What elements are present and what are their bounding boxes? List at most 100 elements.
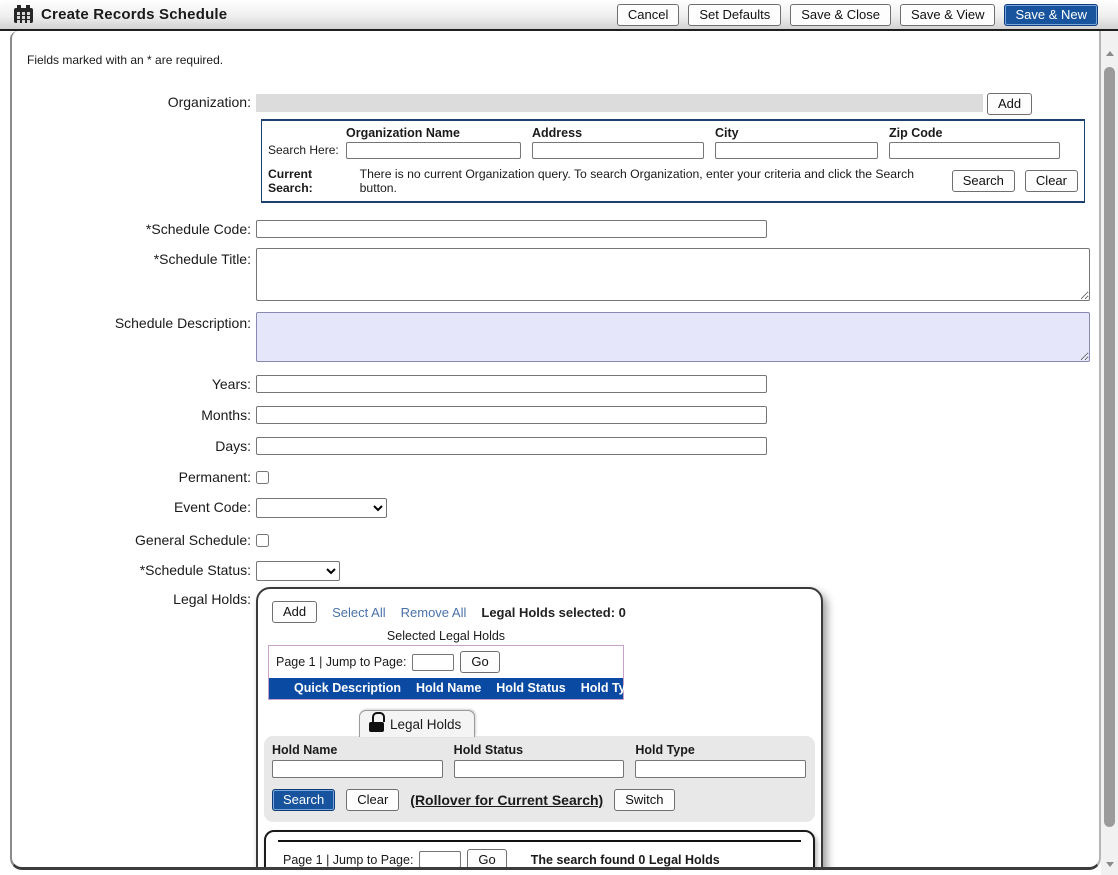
required-note: Fields marked with an * are required. xyxy=(27,53,1099,67)
selected-legal-holds-caption: Selected Legal Holds xyxy=(266,629,626,643)
general-schedule-row: General Schedule: xyxy=(12,531,1099,548)
remove-all-link[interactable]: Remove All xyxy=(401,605,467,620)
rollover-current-search[interactable]: (Rollover for Current Search) xyxy=(410,792,603,808)
schedule-code-input[interactable] xyxy=(256,220,767,238)
months-row: Months: xyxy=(12,406,1099,424)
selected-table-header: Quick Description Hold Name Hold Status … xyxy=(269,678,623,699)
save-new-button[interactable]: Save & New xyxy=(1004,4,1098,26)
save-view-button[interactable]: Save & View xyxy=(900,4,995,26)
legal-holds-search-panel: Hold Name Hold Status Hold Type Search C… xyxy=(264,736,815,822)
address-header: Address xyxy=(532,126,704,140)
schedule-status-row: *Schedule Status: xyxy=(12,561,1099,581)
schedule-title-row: *Schedule Title: xyxy=(12,250,1099,301)
zip-code-input[interactable] xyxy=(889,142,1060,159)
schedule-status-label: *Schedule Status: xyxy=(12,561,256,578)
city-input[interactable] xyxy=(715,142,878,159)
organization-label: Organization: xyxy=(12,93,256,110)
years-row: Years: xyxy=(12,375,1099,393)
legal-holds-tab[interactable]: Legal Holds xyxy=(359,710,475,737)
set-defaults-button[interactable]: Set Defaults xyxy=(688,4,781,26)
results-found-text: The search found 0 Legal Holds xyxy=(531,853,720,867)
days-row: Days: xyxy=(12,437,1099,455)
cancel-button[interactable]: Cancel xyxy=(617,4,679,26)
event-code-select[interactable] xyxy=(256,498,387,518)
scroll-up-arrow[interactable] xyxy=(1101,45,1118,61)
column-hold-status[interactable]: Hold Status xyxy=(496,681,565,695)
go-button[interactable]: Go xyxy=(460,651,499,673)
results-jump-to-page-input[interactable] xyxy=(419,851,461,868)
organization-clear-button[interactable]: Clear xyxy=(1025,170,1078,192)
hold-type-header: Hold Type xyxy=(635,743,806,757)
address-input[interactable] xyxy=(532,142,704,159)
permanent-checkbox[interactable] xyxy=(256,471,269,484)
years-input[interactable] xyxy=(256,375,767,393)
schedule-description-textarea[interactable] xyxy=(256,312,1090,362)
general-schedule-checkbox[interactable] xyxy=(256,534,269,547)
general-schedule-label: General Schedule: xyxy=(12,531,256,548)
selected-legal-holds-table: Page 1 | Jump to Page: Go Quick Descript… xyxy=(268,645,624,700)
legal-holds-results-box: Page 1 | Jump to Page: Go The search fou… xyxy=(264,830,815,871)
hold-name-header: Hold Name xyxy=(272,743,443,757)
days-label: Days: xyxy=(12,437,256,454)
hold-status-input[interactable] xyxy=(454,760,625,778)
save-close-button[interactable]: Save & Close xyxy=(790,4,891,26)
vertical-scrollbar xyxy=(1101,31,1118,875)
switch-button[interactable]: Switch xyxy=(614,789,674,811)
results-go-button[interactable]: Go xyxy=(467,849,506,871)
organization-add-button[interactable]: Add xyxy=(987,93,1032,115)
column-quick-description[interactable]: Quick Description xyxy=(294,681,401,695)
months-label: Months: xyxy=(12,406,256,423)
legal-holds-tab-label: Legal Holds xyxy=(390,717,461,732)
legal-holds-panel: Add Select All Remove All Legal Holds se… xyxy=(256,587,823,870)
scrollbar-thumb[interactable] xyxy=(1104,67,1115,827)
hold-status-header: Hold Status xyxy=(454,743,625,757)
lock-icon xyxy=(369,717,385,731)
titlebar: Create Records Schedule Cancel Set Defau… xyxy=(0,0,1118,31)
schedule-status-select[interactable] xyxy=(256,561,340,581)
schedule-description-row: Schedule Description: xyxy=(12,314,1099,362)
days-input[interactable] xyxy=(256,437,767,455)
permanent-row: Permanent: xyxy=(12,468,1099,485)
pager-text: Page 1 | Jump to Page: xyxy=(276,655,406,669)
schedule-title-label: *Schedule Title: xyxy=(12,250,256,267)
organization-row: Organization: Add xyxy=(12,93,1099,115)
organization-search-box: Search Here: Organization Name Address C… xyxy=(261,119,1085,203)
schedule-title-textarea[interactable] xyxy=(256,248,1090,301)
page-title: Create Records Schedule xyxy=(41,6,227,23)
months-input[interactable] xyxy=(256,406,767,424)
hold-name-input[interactable] xyxy=(272,760,443,778)
city-header: City xyxy=(715,126,878,140)
scroll-down-arrow[interactable] xyxy=(1101,856,1118,872)
legal-holds-label: Legal Holds: xyxy=(12,590,256,607)
organization-display xyxy=(256,94,983,112)
years-label: Years: xyxy=(12,375,256,392)
select-all-link[interactable]: Select All xyxy=(332,605,385,620)
current-search-text: There is no current Organization query. … xyxy=(360,167,952,195)
schedule-code-row: *Schedule Code: xyxy=(12,220,1099,238)
legal-holds-selected-count: Legal Holds selected: 0 xyxy=(481,605,626,620)
organization-name-input[interactable] xyxy=(346,142,521,159)
column-hold-name[interactable]: Hold Name xyxy=(416,681,481,695)
event-code-row: Event Code: xyxy=(12,498,1099,518)
results-divider xyxy=(278,840,801,842)
legal-holds-search-button[interactable]: Search xyxy=(272,789,335,811)
organization-name-header: Organization Name xyxy=(346,126,521,140)
legal-holds-clear-button[interactable]: Clear xyxy=(346,789,399,811)
calendar-icon xyxy=(14,8,33,23)
schedule-code-label: *Schedule Code: xyxy=(12,220,256,237)
legal-holds-add-button[interactable]: Add xyxy=(272,601,317,623)
current-search-label: Current Search: xyxy=(268,167,360,195)
results-pager: Page 1 | Jump to Page: Go The search fou… xyxy=(276,844,803,871)
event-code-label: Event Code: xyxy=(12,498,256,515)
search-here-label: Search Here: xyxy=(268,143,346,160)
form-panel: Fields marked with an * are required. Or… xyxy=(10,31,1101,870)
permanent-label: Permanent: xyxy=(12,468,256,485)
schedule-description-label: Schedule Description: xyxy=(12,314,256,331)
organization-search-button[interactable]: Search xyxy=(952,170,1015,192)
jump-to-page-input[interactable] xyxy=(412,654,454,671)
selected-table-pager: Page 1 | Jump to Page: Go xyxy=(269,646,623,678)
column-hold-type[interactable]: Hold Type xyxy=(581,681,641,695)
zip-code-header: Zip Code xyxy=(889,126,1060,140)
hold-type-input[interactable] xyxy=(635,760,806,778)
legal-holds-row: Legal Holds: Add Select All Remove All L… xyxy=(12,590,1099,870)
